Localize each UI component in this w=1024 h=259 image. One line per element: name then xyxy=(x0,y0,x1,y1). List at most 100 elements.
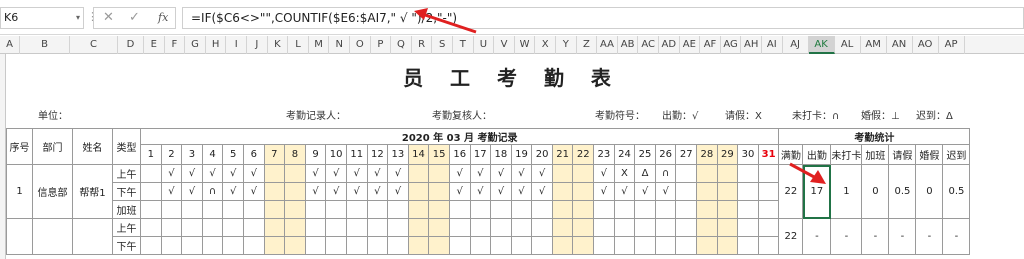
column-header-K[interactable]: K xyxy=(268,36,289,54)
attendance-cell[interactable] xyxy=(325,236,347,255)
attendance-cell[interactable] xyxy=(469,200,492,219)
column-header-E[interactable]: E xyxy=(144,36,165,54)
attendance-cell[interactable] xyxy=(551,164,574,183)
column-header-B[interactable]: B xyxy=(20,36,70,54)
attendance-cell[interactable] xyxy=(757,164,780,183)
attendance-cell[interactable] xyxy=(387,218,409,237)
attendance-cell[interactable] xyxy=(675,200,698,219)
attendance-cell[interactable]: ∩ xyxy=(201,182,224,201)
attendance-cell[interactable] xyxy=(325,218,347,237)
attendance-cell[interactable] xyxy=(634,218,656,237)
column-header-AL[interactable]: AL xyxy=(835,36,861,54)
attendance-cell[interactable] xyxy=(469,236,492,255)
day-header-20[interactable]: 20 xyxy=(531,144,553,165)
row-type-pm[interactable]: 下午 xyxy=(112,182,141,201)
attendance-cell[interactable] xyxy=(304,218,327,237)
attendance-cell[interactable] xyxy=(242,218,265,237)
day-header-28[interactable]: 28 xyxy=(696,144,718,165)
insert-function-icon[interactable]: fx xyxy=(158,11,168,24)
attendance-cell[interactable]: √ xyxy=(654,182,677,201)
stat-value-6[interactable]: 0.5 xyxy=(942,164,971,219)
stat-value-3[interactable]: - xyxy=(861,218,890,255)
attendance-cell[interactable] xyxy=(551,182,574,201)
attendance-cell[interactable]: √ xyxy=(325,164,347,183)
column-header-C[interactable]: C xyxy=(70,36,118,54)
attendance-cell[interactable] xyxy=(263,164,286,183)
stat-header-3[interactable]: 加班 xyxy=(861,144,890,165)
day-header-7[interactable]: 7 xyxy=(263,144,286,165)
attendance-cell[interactable] xyxy=(263,218,286,237)
column-header-AK[interactable]: AK xyxy=(808,36,835,54)
day-header-21[interactable]: 21 xyxy=(551,144,574,165)
day-header-30[interactable]: 30 xyxy=(737,144,759,165)
attendance-cell[interactable] xyxy=(757,218,780,237)
attendance-cell[interactable] xyxy=(572,182,595,201)
attendance-cell[interactable] xyxy=(716,182,739,201)
attendance-cell[interactable]: Δ xyxy=(634,164,656,183)
attendance-cell[interactable]: √ xyxy=(160,164,183,183)
attendance-cell[interactable] xyxy=(675,164,698,183)
column-header-AC[interactable]: AC xyxy=(638,36,659,54)
attendance-cell[interactable] xyxy=(696,218,718,237)
attendance-cell[interactable] xyxy=(613,200,636,219)
attendance-cell[interactable] xyxy=(263,200,286,219)
attendance-cell[interactable]: √ xyxy=(242,182,265,201)
day-header-23[interactable]: 23 xyxy=(593,144,615,165)
stat-value-6[interactable]: - xyxy=(942,218,971,255)
attendance-cell[interactable] xyxy=(181,236,203,255)
attendance-cell[interactable]: √ xyxy=(366,182,389,201)
column-header-R[interactable]: R xyxy=(412,36,433,54)
attendance-cell[interactable]: √ xyxy=(634,182,656,201)
attendance-cell[interactable]: √ xyxy=(490,164,512,183)
stat-value-5[interactable]: - xyxy=(915,218,944,255)
day-header-2[interactable]: 2 xyxy=(160,144,183,165)
stat-value-1[interactable]: 17 xyxy=(802,164,832,219)
row-type-ot[interactable]: 加班 xyxy=(112,200,141,219)
attendance-cell[interactable] xyxy=(304,200,327,219)
attendance-cell[interactable] xyxy=(757,200,780,219)
day-header-22[interactable]: 22 xyxy=(572,144,595,165)
attendance-cell[interactable] xyxy=(366,218,389,237)
attendance-cell[interactable] xyxy=(284,182,306,201)
attendance-cell[interactable] xyxy=(551,218,574,237)
chevron-down-icon[interactable]: ▾ xyxy=(76,8,80,28)
attendance-cell[interactable] xyxy=(222,218,244,237)
day-header-25[interactable]: 25 xyxy=(634,144,656,165)
attendance-cell[interactable]: √ xyxy=(201,164,224,183)
attendance-cell[interactable] xyxy=(181,200,203,219)
employee-name[interactable] xyxy=(72,218,113,255)
attendance-cell[interactable] xyxy=(551,236,574,255)
header-period[interactable]: 2020 年 03 月 考勤记录 xyxy=(139,128,780,145)
attendance-cell[interactable] xyxy=(716,218,739,237)
stat-value-4[interactable]: - xyxy=(888,218,917,255)
employee-dept[interactable]: 信息部 xyxy=(32,164,73,219)
day-header-15[interactable]: 15 xyxy=(428,144,450,165)
column-header-AA[interactable]: AA xyxy=(597,36,618,54)
attendance-cell[interactable] xyxy=(201,218,224,237)
attendance-cell[interactable]: √ xyxy=(469,164,492,183)
attendance-cell[interactable] xyxy=(696,182,718,201)
attendance-cell[interactable] xyxy=(366,200,389,219)
attendance-cell[interactable]: X xyxy=(613,164,636,183)
attendance-cell[interactable]: √ xyxy=(181,182,203,201)
attendance-cell[interactable] xyxy=(531,236,553,255)
attendance-cell[interactable] xyxy=(510,200,533,219)
attendance-cell[interactable]: √ xyxy=(222,182,244,201)
day-header-29[interactable]: 29 xyxy=(716,144,739,165)
attendance-cell[interactable] xyxy=(140,236,162,255)
attendance-cell[interactable] xyxy=(428,182,450,201)
attendance-cell[interactable] xyxy=(242,200,265,219)
attendance-cell[interactable] xyxy=(675,218,698,237)
attendance-cell[interactable]: √ xyxy=(345,182,368,201)
employee-name[interactable]: 帮帮1 xyxy=(72,164,113,219)
column-header-J[interactable]: J xyxy=(247,36,268,54)
stat-value-3[interactable]: 0 xyxy=(861,164,890,219)
attendance-cell[interactable] xyxy=(654,218,677,237)
attendance-cell[interactable]: √ xyxy=(181,164,203,183)
attendance-cell[interactable] xyxy=(696,164,718,183)
attendance-cell[interactable] xyxy=(634,200,656,219)
attendance-cell[interactable]: √ xyxy=(593,164,615,183)
attendance-cell[interactable] xyxy=(696,236,718,255)
attendance-cell[interactable] xyxy=(572,164,595,183)
stat-value-5[interactable]: 0 xyxy=(915,164,944,219)
